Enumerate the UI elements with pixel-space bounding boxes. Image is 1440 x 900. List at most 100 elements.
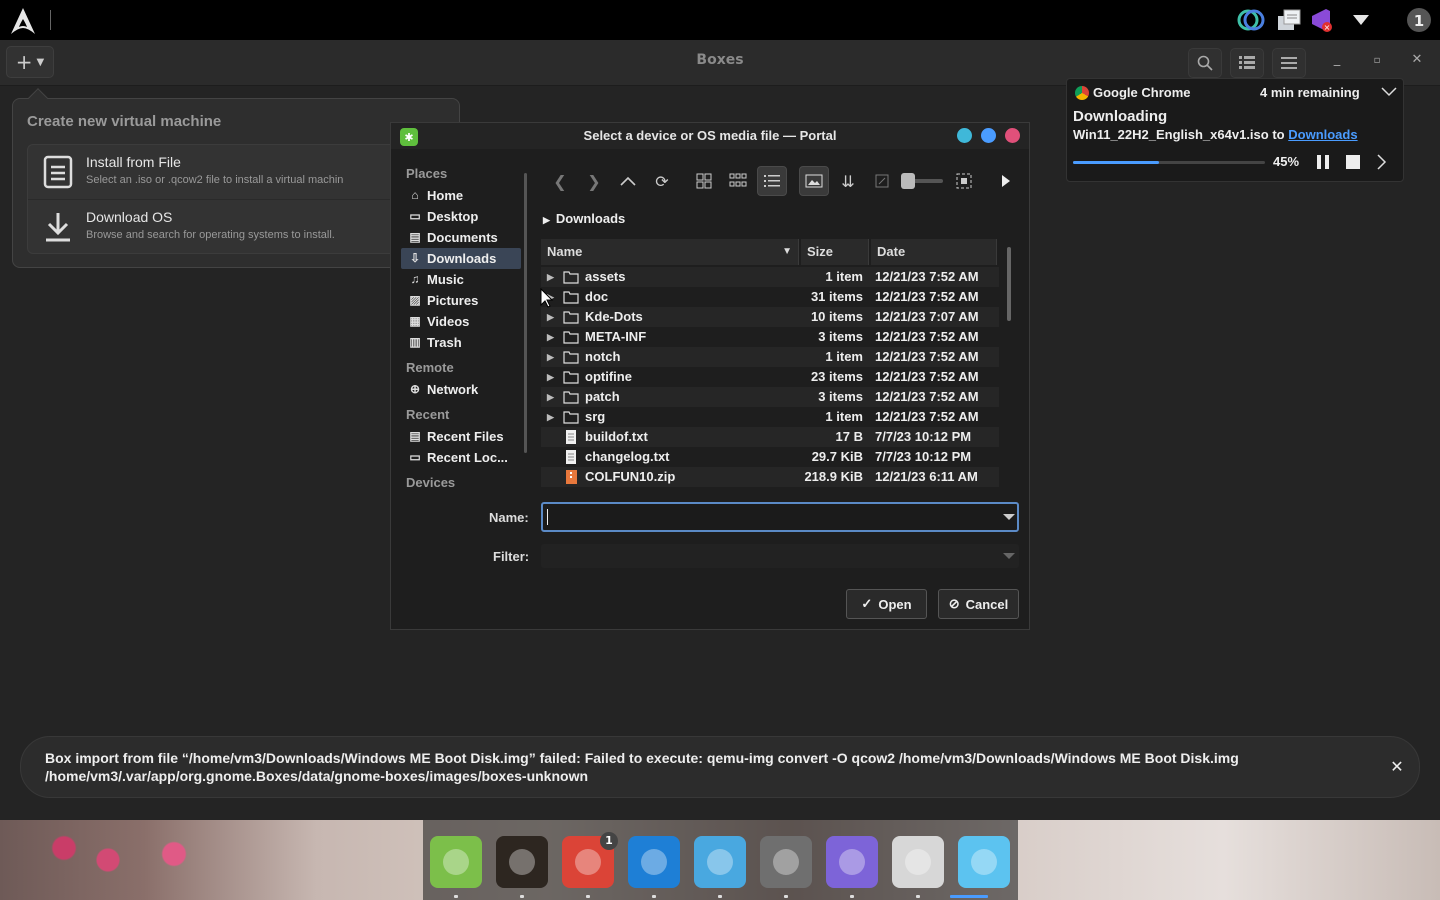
text-file-icon — [566, 430, 576, 444]
chevron-right-icon[interactable] — [1377, 154, 1387, 170]
expand-caret-icon[interactable]: ▶ — [547, 387, 554, 407]
file-row[interactable]: ▶ patch 3 items 12/21/23 7:52 AM — [541, 387, 999, 407]
expand-caret-icon[interactable]: ▶ — [547, 307, 554, 327]
filter-dropdown-icon[interactable] — [1003, 553, 1015, 559]
more-toolbar-button[interactable] — [991, 166, 1021, 196]
install-from-file-option[interactable]: Install from File Select an .iso or .qco… — [28, 145, 406, 200]
column-header-size[interactable]: Size — [801, 239, 869, 265]
minimize-button[interactable]: _ — [1325, 52, 1349, 74]
file-row[interactable]: ▶ META-INF 3 items 12/21/23 7:52 AM — [541, 327, 999, 347]
preview-toggle-button[interactable] — [799, 166, 829, 196]
download-notification[interactable]: Google Chrome 4 min remaining Downloadin… — [1066, 78, 1404, 182]
notification-count-icon[interactable]: 1 — [1404, 6, 1434, 34]
forward-button[interactable]: ❯ — [579, 166, 609, 196]
file-row[interactable]: buildof.txt 17 B 7/7/23 10:12 PM — [541, 427, 999, 447]
dock-app-gradient-app[interactable] — [826, 836, 878, 888]
reload-button[interactable]: ⟳ — [647, 166, 677, 196]
zoom-slider-handle[interactable] — [901, 173, 915, 189]
places-item-label: Videos — [427, 314, 470, 329]
expand-caret-icon[interactable]: ▶ — [547, 347, 554, 367]
open-button[interactable]: ✓ Open — [846, 589, 927, 619]
file-row[interactable]: ▶ Kde-Dots 10 items 12/21/23 7:07 AM — [541, 307, 999, 327]
maximize-button[interactable]: ▫ — [1365, 52, 1389, 74]
select-all-button[interactable] — [949, 166, 979, 196]
notes-icon[interactable] — [1274, 6, 1304, 34]
sort-button[interactable]: ⇊ — [833, 166, 863, 196]
places-item-downloads[interactable]: ⇩ Downloads — [401, 248, 521, 269]
breadcrumb[interactable]: ▶ Downloads — [543, 211, 625, 226]
expand-caret-icon[interactable]: ▶ — [547, 267, 554, 287]
file-row[interactable]: ▶ notch 1 item 12/21/23 7:52 AM — [541, 347, 999, 367]
dock-app-gnome-boxes[interactable] — [958, 836, 1010, 888]
column-header-date[interactable]: Date — [871, 239, 997, 265]
dock-app-cube-app[interactable] — [760, 836, 812, 888]
places-item-pictures[interactable]: ▨ Pictures — [401, 290, 521, 311]
file-row[interactable]: ▶ assets 1 item 12/21/23 7:52 AM — [541, 267, 999, 287]
new-vm-button[interactable]: + ▼ — [6, 46, 54, 78]
places-item-home[interactable]: ⌂ Home — [401, 185, 521, 206]
main-menu-button[interactable] — [1272, 48, 1306, 78]
dialog-minimize-button[interactable] — [981, 128, 996, 143]
dock-app-dolphin-emulator[interactable] — [694, 836, 746, 888]
recent-locations-icon: ▭ — [409, 450, 421, 464]
compact-view-button[interactable] — [723, 166, 753, 196]
download-folder-link[interactable]: Downloads — [1288, 127, 1357, 142]
arch-linux-logo-icon[interactable] — [8, 6, 38, 36]
file-row[interactable]: ▶ doc 31 items 12/21/23 7:52 AM — [541, 287, 999, 307]
icon-view-button[interactable] — [689, 166, 719, 196]
column-header-name[interactable]: Name ▼ — [541, 239, 799, 265]
search-button[interactable] — [1188, 48, 1222, 78]
places-item-music[interactable]: ♫ Music — [401, 269, 521, 290]
stop-icon[interactable] — [1345, 154, 1361, 170]
file-list-scrollbar[interactable] — [1007, 247, 1011, 321]
dropdown-icon[interactable] — [1346, 6, 1376, 34]
places-item-documents[interactable]: ▤ Documents — [401, 227, 521, 248]
file-name: COLFUN10.zip — [585, 469, 676, 484]
pause-icon[interactable] — [1315, 154, 1331, 170]
downloads-icon: ⇩ — [409, 251, 421, 265]
dock-app-terminal[interactable] — [496, 836, 548, 888]
breadcrumb-current: Downloads — [555, 211, 626, 226]
places-item-recent-loc[interactable]: ▭ Recent Loc... — [401, 447, 521, 468]
places-item-network[interactable]: ⊕ Network — [401, 379, 521, 400]
keep-above-button[interactable] — [957, 128, 972, 143]
file-row[interactable]: ▶ optifine 23 items 12/21/23 7:52 AM — [541, 367, 999, 387]
filter-combo[interactable] — [541, 544, 1019, 568]
dock-app-roblox[interactable] — [892, 836, 944, 888]
file-row[interactable]: changelog.txt 29.7 KiB 7/7/23 10:12 PM — [541, 447, 999, 467]
cancel-button[interactable]: ⊘ Cancel — [938, 589, 1019, 619]
download-os-option[interactable]: Download OS Browse and search for operat… — [28, 200, 406, 253]
list-view-button[interactable] — [1230, 48, 1264, 78]
minecraft-launcher-icon — [443, 849, 469, 875]
popover-title: Create new virtual machine — [27, 113, 222, 130]
zoom-fit-button[interactable] — [867, 166, 897, 196]
visual-studio-icon[interactable]: × — [1306, 6, 1336, 34]
details-view-button[interactable] — [757, 166, 787, 196]
image-preview-icon — [805, 174, 823, 188]
dialog-close-button[interactable] — [1005, 128, 1020, 143]
dock-app-google-chrome[interactable]: 1 — [562, 832, 618, 888]
selection-icon — [956, 173, 972, 189]
file-row[interactable]: COLFUN10.zip 218.9 KiB 12/21/23 6:11 AM — [541, 467, 999, 487]
close-button[interactable]: ✕ — [1405, 52, 1429, 74]
places-item-recent-files[interactable]: ▤ Recent Files — [401, 426, 521, 447]
dock-app-visual-studio-code[interactable] — [628, 836, 680, 888]
places-item-videos[interactable]: ▦ Videos — [401, 311, 521, 332]
expand-caret-icon[interactable]: ▶ — [547, 367, 554, 387]
filename-input[interactable] — [541, 502, 1019, 532]
option-label: Install from File — [86, 154, 181, 170]
back-button[interactable]: ❮ — [545, 166, 575, 196]
file-row[interactable]: ▶ srg 1 item 12/21/23 7:52 AM — [541, 407, 999, 427]
places-scrollbar[interactable] — [524, 173, 527, 453]
toast-close-icon[interactable]: ✕ — [1387, 757, 1407, 777]
places-item-trash[interactable]: ▥ Trash — [401, 332, 521, 353]
sync-icon[interactable] — [1236, 6, 1266, 34]
dock-app-minecraft-launcher[interactable] — [430, 836, 482, 888]
expand-notification-icon[interactable] — [1381, 87, 1397, 97]
dolphin-emulator-icon — [707, 849, 733, 875]
expand-caret-icon[interactable]: ▶ — [547, 327, 554, 347]
up-button[interactable] — [613, 166, 643, 196]
places-item-desktop[interactable]: ▭ Desktop — [401, 206, 521, 227]
expand-caret-icon[interactable]: ▶ — [547, 407, 554, 427]
filename-history-dropdown-icon[interactable] — [1003, 514, 1015, 520]
